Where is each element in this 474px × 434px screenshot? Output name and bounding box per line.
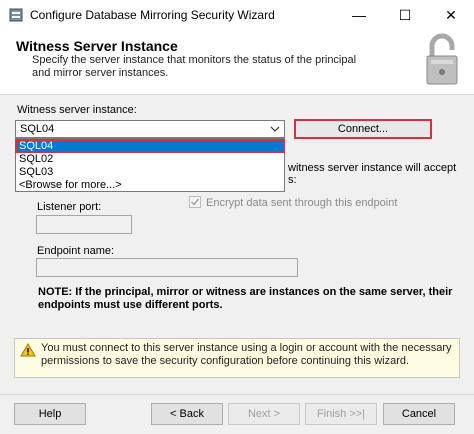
footer-divider [0, 394, 474, 395]
wizard-app-icon [9, 8, 23, 22]
witness-instruction-line-1: witness server instance will accept [288, 162, 457, 174]
dropdown-option-sql03[interactable]: SQL03 [16, 166, 284, 178]
listener-port-label: Listener port: [37, 201, 102, 213]
witness-instance-dropdown[interactable]: SQL04 SQL02 SQL03 <Browse for more...> [15, 138, 285, 192]
dropdown-option-sql04[interactable]: SQL04 [15, 139, 285, 153]
witness-instance-value: SQL04 [20, 123, 55, 135]
ports-note: NOTE: If the principal, mirror or witnes… [38, 286, 453, 311]
chevron-down-icon[interactable] [270, 123, 280, 135]
witness-instance-label: Witness server instance: [17, 104, 137, 116]
encrypt-label: Encrypt data sent through this endpoint [206, 197, 398, 209]
dropdown-option-browse[interactable]: <Browse for more...> [16, 179, 284, 191]
maximize-button[interactable]: ☐ [382, 0, 428, 30]
close-button[interactable]: ✕ [428, 0, 474, 30]
witness-instruction-text: witness server instance will accept s: [288, 162, 468, 186]
page-title: Witness Server Instance [16, 38, 178, 54]
endpoint-name-label: Endpoint name: [37, 245, 115, 257]
next-button[interactable]: Next > [228, 403, 300, 425]
checkmark-icon [191, 198, 200, 206]
minimize-button[interactable]: — [336, 0, 382, 30]
finish-button[interactable]: Finish >>| [305, 403, 377, 425]
witness-instruction-line-2: s: [288, 174, 297, 186]
back-button[interactable]: < Back [151, 403, 223, 425]
padlock-icon [426, 33, 458, 85]
connect-button[interactable]: Connect... [294, 119, 432, 139]
listener-port-input[interactable] [36, 215, 132, 234]
warning-text: You must connect to this server instance… [41, 342, 452, 367]
warning-icon [20, 343, 36, 357]
endpoint-name-input[interactable] [36, 258, 298, 277]
window-title: Configure Database Mirroring Security Wi… [30, 8, 275, 22]
witness-instance-combobox[interactable]: SQL04 [15, 120, 285, 138]
encrypt-checkbox[interactable] [189, 196, 201, 208]
warning-box: You must connect to this server instance… [14, 338, 460, 378]
page-subtitle: Specify the server instance that monitor… [32, 54, 357, 79]
cancel-button[interactable]: Cancel [383, 403, 455, 425]
help-button[interactable]: Help [14, 403, 86, 425]
dropdown-option-sql02[interactable]: SQL02 [16, 153, 284, 165]
